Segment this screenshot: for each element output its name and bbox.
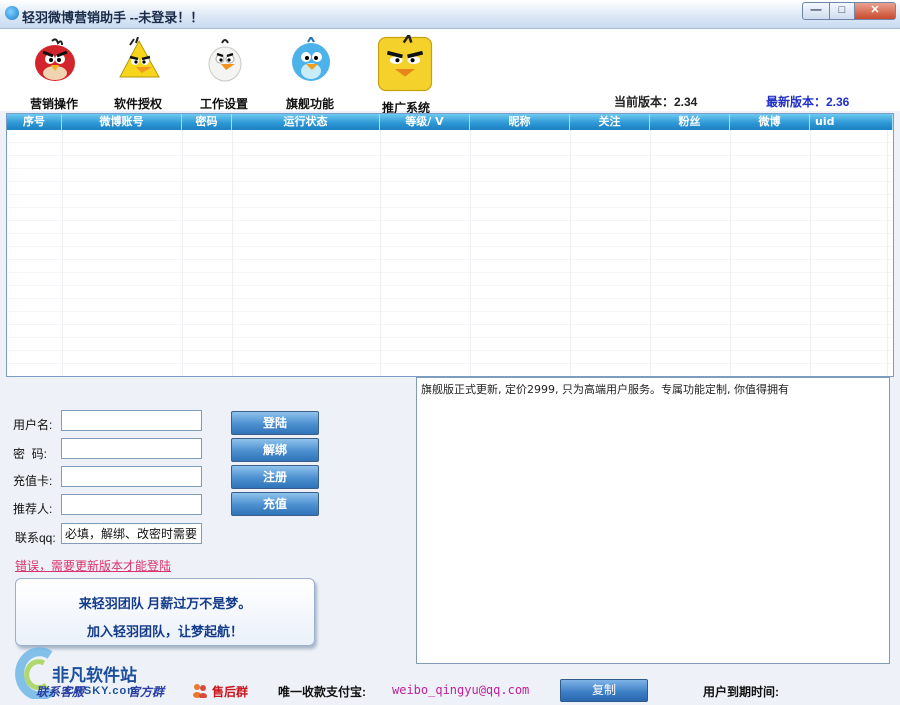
card-input[interactable] <box>61 466 202 487</box>
banner-line-1: 来轻羽团队 月薪过万不是梦。 <box>78 596 252 611</box>
tool-marketing[interactable]: 营销操作 <box>18 33 90 111</box>
qq-label: 联系qq: <box>15 531 56 545</box>
notice-text: 旗舰版正式更新, 定价2999, 只为高端用户服务。专属功能定制, 你值得拥有 <box>421 383 789 396</box>
password-label: 密 码: <box>13 447 48 461</box>
payment-email: weibo_qingyu@qq.com <box>392 683 530 697</box>
latest-version: 最新版本：2.36 <box>766 95 850 109</box>
blue-bird-icon <box>292 37 330 81</box>
column-header[interactable]: 微博账号 <box>62 114 182 130</box>
column-header[interactable]: 微博 <box>730 114 810 130</box>
unbind-button[interactable]: 解绑 <box>231 438 319 462</box>
column-header[interactable]: 运行状态 <box>232 114 380 130</box>
username-label: 用户名: <box>13 418 53 432</box>
register-button[interactable]: 注册 <box>231 465 319 489</box>
column-header[interactable]: 序号 <box>7 114 62 130</box>
card-label: 充值卡: <box>13 474 53 488</box>
recruit-banner[interactable]: 来轻羽团队 月薪过万不是梦。 加入轻羽团队，让梦起航！ <box>15 578 315 646</box>
tool-label: 营销操作 <box>29 97 78 111</box>
expiry-label: 用户到期时间: <box>703 685 779 699</box>
tool-label: 软件授权 <box>113 97 162 111</box>
aftersale-group-link[interactable]: 售后群 <box>212 683 248 700</box>
footer-bar: 联系客服 官方群 售后群 唯一收款支付宝: weibo_qingyu@qq.co… <box>0 676 900 705</box>
column-header[interactable]: 等级/ V <box>380 114 470 130</box>
tool-promotion[interactable]: 推广系统 <box>370 33 442 115</box>
tool-flagship[interactable]: 旗舰功能 <box>274 33 346 111</box>
table-body[interactable] <box>7 130 893 376</box>
window-title: 轻羽微博营销助手 --未登录！！ <box>22 10 204 25</box>
username-input[interactable] <box>61 410 202 431</box>
current-version: 当前版本：2.34 <box>614 95 698 109</box>
app-icon <box>5 6 19 20</box>
banner-line-2: 加入轻羽团队，让梦起航！ <box>86 624 243 639</box>
people-icon <box>192 682 208 699</box>
referrer-input[interactable] <box>61 494 202 515</box>
notice-box[interactable]: 旗舰版正式更新, 定价2999, 只为高端用户服务。专属功能定制, 你值得拥有 <box>416 377 890 664</box>
maximize-button[interactable]: □ <box>829 2 855 20</box>
close-button[interactable]: ✕ <box>854 2 896 20</box>
column-header[interactable]: 粉丝 <box>650 114 730 130</box>
referrer-label: 推荐人: <box>13 502 53 516</box>
copy-button[interactable]: 复制 <box>560 679 648 702</box>
error-update-link[interactable]: 错误，需要更新版本才能登陆 <box>15 557 171 574</box>
toolbar: 营销操作 软件授权 工作设置 旗舰功能 推广系统 当前版本：2.34 最新版本：… <box>0 29 900 115</box>
contact-service-link[interactable]: 联系客服 <box>36 683 84 700</box>
yellow-square-bird-icon <box>377 35 433 92</box>
yellow-bird-icon <box>119 37 160 78</box>
table-header: 序号 微博账号 密码 运行状态 等级/ V 昵称 关注 粉丝 微博 uid <box>7 114 893 130</box>
recharge-button[interactable]: 充值 <box>231 492 319 516</box>
qq-input[interactable] <box>61 523 202 544</box>
tool-work-settings[interactable]: 工作设置 <box>188 33 260 111</box>
title-bar: 轻羽微博营销助手 --未登录！！ — □ ✕ <box>0 0 900 29</box>
column-header[interactable]: 密码 <box>182 114 232 130</box>
official-group-link[interactable]: 官方群 <box>128 683 164 700</box>
login-button[interactable]: 登陆 <box>231 411 319 435</box>
white-bird-icon <box>208 39 242 82</box>
account-table[interactable]: 序号 微博账号 密码 运行状态 等级/ V 昵称 关注 粉丝 微博 uid <box>6 113 894 377</box>
tool-authorization[interactable]: 软件授权 <box>102 33 174 111</box>
minimize-button[interactable]: — <box>802 2 830 20</box>
column-header[interactable]: 昵称 <box>470 114 570 130</box>
tool-label: 工作设置 <box>199 97 248 111</box>
tool-label: 旗舰功能 <box>285 97 334 111</box>
column-header[interactable]: uid <box>810 114 893 130</box>
password-input[interactable] <box>61 438 202 459</box>
column-header[interactable]: 关注 <box>570 114 650 130</box>
payment-label: 唯一收款支付宝: <box>278 685 366 699</box>
red-bird-icon <box>35 38 75 81</box>
